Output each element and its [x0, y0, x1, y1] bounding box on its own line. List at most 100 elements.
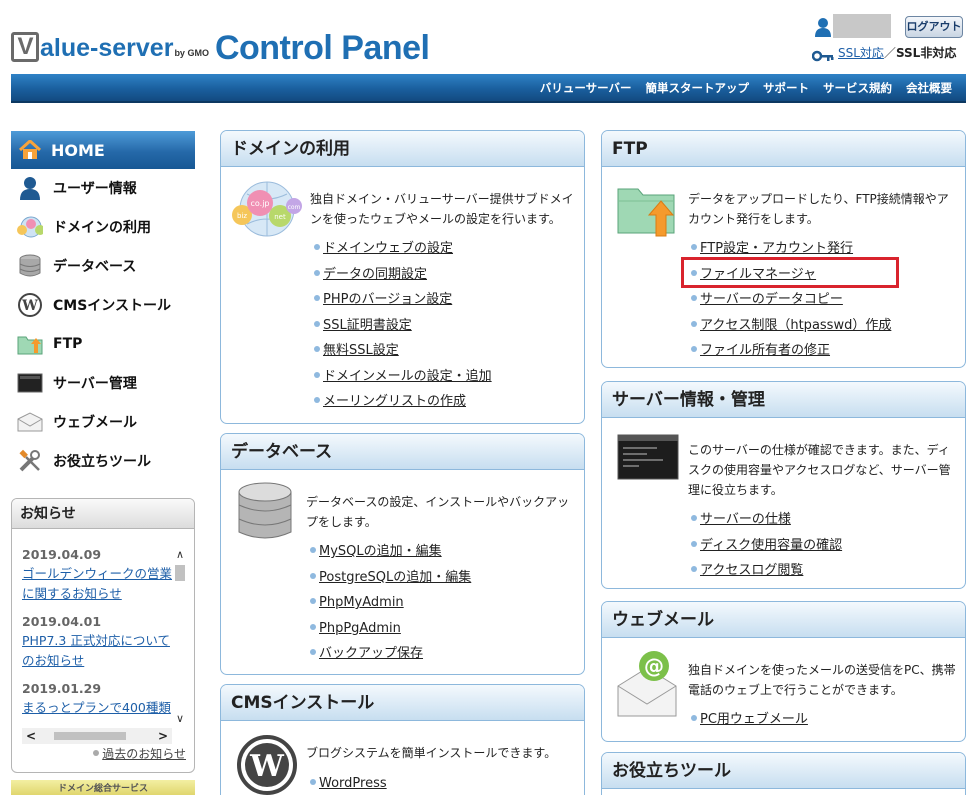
- scroll-left-icon[interactable]: <: [26, 728, 36, 744]
- link-php-version[interactable]: PHPのバージョン設定: [314, 288, 492, 314]
- news-hscroll[interactable]: < >: [22, 728, 172, 744]
- link-domain-web[interactable]: ドメインウェブの設定: [314, 237, 492, 263]
- link-label: FTP設定・アカウント発行: [700, 241, 854, 256]
- link-backup[interactable]: バックアップ保存: [310, 642, 471, 668]
- terminal-icon: [617, 434, 679, 480]
- bullet-icon: [691, 515, 697, 521]
- news-link-line: まるっとプランで400種類: [22, 700, 171, 715]
- link-phppgadmin[interactable]: PhpPgAdmin: [310, 617, 471, 643]
- panel-title: FTP: [602, 131, 965, 167]
- link-label: ディスク使用容量の確認: [700, 537, 843, 553]
- logo[interactable]: Value-serverby GMO Control Panel: [11, 30, 431, 70]
- link-phpmyadmin[interactable]: PhpMyAdmin: [310, 591, 471, 617]
- panel-desc-line: データベースの設定、インストールやバックアッ: [306, 495, 570, 509]
- news-past[interactable]: 過去のお知らせ: [93, 745, 186, 762]
- scroll-right-icon[interactable]: >: [158, 728, 168, 744]
- sidebar-item-user[interactable]: ユーザー情報: [11, 170, 195, 206]
- panel-desc-line: データをアップロードしたり、FTP接続情報やア: [688, 192, 949, 206]
- news-date: 2019.01.29: [22, 681, 102, 696]
- panel-tools: お役立ちツール: [601, 752, 966, 795]
- link-data-copy[interactable]: サーバーのデータコピー: [691, 288, 891, 314]
- link-htpasswd[interactable]: アクセス制限（htpasswd）作成: [691, 314, 891, 340]
- sidebar-item-database[interactable]: データベース: [11, 248, 195, 284]
- highlight-box: [681, 257, 899, 288]
- link-domain-mail[interactable]: ドメインメールの設定・追加: [314, 365, 492, 391]
- bullet-icon: [314, 244, 320, 250]
- link-disk-usage[interactable]: ディスク使用容量の確認: [691, 534, 842, 560]
- nav-startup[interactable]: 簡単スタートアップ: [646, 80, 750, 96]
- link-label: SSL証明書設定: [323, 317, 412, 333]
- bullet-icon: [314, 397, 320, 403]
- news-link[interactable]: まるっとプランで400種類: [22, 698, 172, 718]
- svg-text:@: @: [644, 654, 664, 678]
- sidebar-item-tools[interactable]: お役立ちツール: [11, 443, 195, 479]
- link-free-ssl[interactable]: 無料SSL設定: [314, 339, 492, 365]
- link-postgresql[interactable]: PostgreSQLの追加・編集: [310, 566, 471, 592]
- webmail-icon: @: [614, 648, 680, 720]
- link-mysql[interactable]: MySQLの追加・編集: [310, 540, 471, 566]
- panel-desc-line: スクの使用容量やアクセスログなど、サーバー管: [688, 463, 951, 477]
- link-label: アクセス制限（htpasswd）作成: [700, 317, 892, 333]
- ssl-link[interactable]: SSL対応: [838, 46, 884, 60]
- sidebar-item-cms[interactable]: W CMSインストール: [11, 287, 195, 323]
- past-news-link: 過去のお知らせ: [102, 747, 186, 761]
- link-access-log[interactable]: アクセスログ閲覧: [691, 559, 842, 585]
- domain-banner[interactable]: ドメイン総合サービス: [11, 780, 195, 795]
- top-nav: バリューサーバー 簡単スタートアップ サポート サービス規約 会社概要: [11, 74, 966, 103]
- sidebar-item-server[interactable]: サーバー管理: [11, 365, 195, 401]
- ssl-separator: ／: [883, 46, 896, 60]
- bullet-icon: [310, 623, 316, 630]
- bullet-icon: [314, 371, 320, 378]
- link-label: サーバーのデータコピー: [700, 292, 843, 307]
- link-file-owner[interactable]: ファイル所有者の修正: [691, 339, 891, 365]
- nav-terms[interactable]: サービス規約: [823, 80, 892, 96]
- link-data-sync[interactable]: データの同期設定: [314, 263, 492, 289]
- link-label: WordPress: [319, 776, 387, 791]
- link-ssl-cert[interactable]: SSL証明書設定: [314, 314, 492, 340]
- logo-v: V: [11, 32, 39, 62]
- panel-ftp: FTP データをアップロードしたり、FTP接続情報やア カウント発行をします。 …: [601, 130, 966, 368]
- mail-icon: [17, 409, 43, 435]
- bullet-icon: [691, 346, 697, 352]
- panel-desc: ブログシステムを簡単インストールできます。: [306, 743, 578, 763]
- link-server-spec[interactable]: サーバーの仕様: [691, 508, 842, 534]
- sidebar-item-webmail[interactable]: ウェブメール: [11, 404, 195, 440]
- news-link[interactable]: ゴールデンウィークの営業 に関するお知らせ: [22, 564, 172, 604]
- user-name-mask: [833, 14, 891, 38]
- nav-company[interactable]: 会社概要: [906, 80, 952, 96]
- scroll-thumb[interactable]: [54, 732, 126, 740]
- scroll-down-icon[interactable]: ∨: [172, 711, 188, 727]
- panel-links: WordPress: [310, 772, 387, 795]
- sidebar-item-ftp[interactable]: FTP: [11, 326, 195, 362]
- news-vscroll[interactable]: ∧ ∨: [172, 547, 188, 727]
- panel-links: ドメインウェブの設定 データの同期設定 PHPのバージョン設定 SSL証明書設定…: [314, 237, 492, 416]
- sidebar-item-label: FTP: [53, 336, 83, 352]
- panel-desc-line: ンを使ったウェブやメールの設定を行います。: [310, 212, 561, 226]
- bullet-icon: [691, 540, 697, 547]
- panel-links: PC用ウェブメール: [691, 708, 808, 734]
- news-link[interactable]: PHP7.3 正式対応について のお知らせ: [22, 631, 172, 671]
- bullet-icon: [691, 566, 697, 572]
- nav-valueserver[interactable]: バリューサーバー: [540, 80, 632, 96]
- panel-title: ドメインの利用: [221, 131, 584, 167]
- bullet-icon: [691, 295, 697, 301]
- logout-button[interactable]: ログアウト: [905, 16, 963, 38]
- panel-desc: このサーバーの仕様が確認できます。また、ディ スクの使用容量やアクセスログなど、…: [688, 440, 960, 500]
- link-label: データの同期設定: [323, 266, 428, 282]
- bullet-icon: [691, 715, 697, 721]
- scroll-thumb[interactable]: [175, 565, 185, 581]
- ssl-off-label: SSL非対応: [895, 46, 957, 60]
- bullet-icon: [314, 320, 320, 327]
- sidebar-item-home[interactable]: HOME: [11, 131, 195, 169]
- database-icon: [235, 480, 295, 544]
- sidebar-item-domain[interactable]: ドメインの利用: [11, 209, 195, 245]
- nav-support[interactable]: サポート: [763, 80, 809, 96]
- scroll-up-icon[interactable]: ∧: [172, 547, 188, 563]
- folder-upload-icon: [616, 181, 680, 237]
- link-pc-webmail[interactable]: PC用ウェブメール: [691, 708, 808, 734]
- panel-database: データベース データベースの設定、インストールやバックアッ プをします。 MyS…: [220, 433, 585, 675]
- logo-brand: alue-server: [40, 34, 174, 62]
- link-mailing-list[interactable]: メーリングリストの作成: [314, 390, 492, 416]
- sidebar-item-label: ユーザー情報: [53, 181, 137, 197]
- link-wordpress[interactable]: WordPress: [310, 772, 387, 795]
